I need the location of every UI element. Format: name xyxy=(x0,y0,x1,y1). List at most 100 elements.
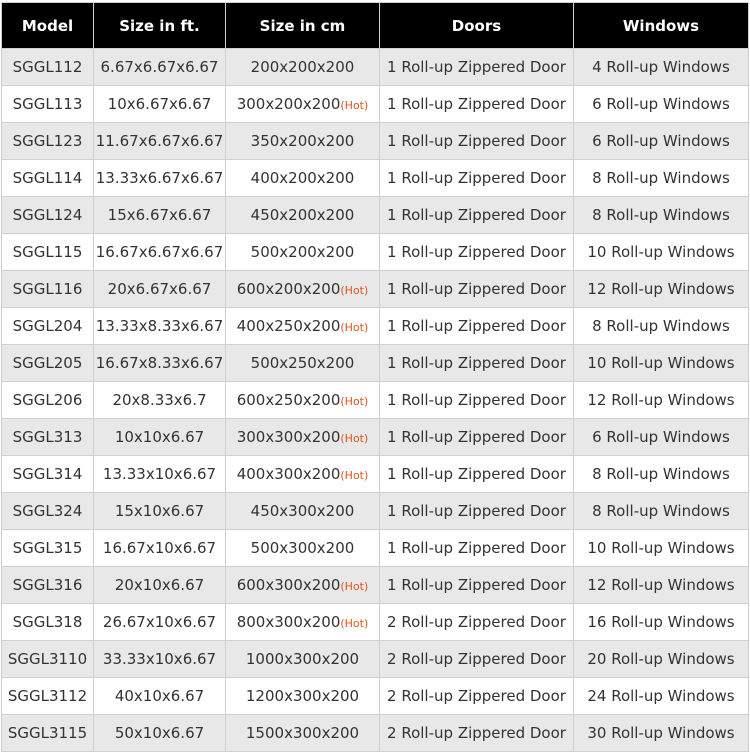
doors-cell: 1 Roll-up Zippered Door xyxy=(379,307,574,345)
table-row: SGGL124 15x6.67x6.67 450x200x200 1 Roll-up … xyxy=(1,196,749,234)
model-cell-text: SGGL313 xyxy=(12,428,83,446)
windows-cell: 8 Roll-up Windows xyxy=(573,455,749,493)
model-cell: SGGL124 xyxy=(1,196,94,234)
table-row: SGGL318 26.67x10x6.67 800x300x200(Hot) 2 Ro… xyxy=(1,603,749,641)
size-cm-cell-text: 200x200x200 xyxy=(250,58,355,76)
hot-badge: (Hot) xyxy=(340,99,369,112)
windows-cell-text: 20 Roll-up Windows xyxy=(587,650,735,668)
size-cm-cell: 500x300x200 xyxy=(225,529,380,567)
doors-cell: 1 Roll-up Zippered Door xyxy=(379,492,574,530)
hot-badge: (Hot) xyxy=(340,321,369,334)
doors-cell-text: 1 Roll-up Zippered Door xyxy=(387,280,566,298)
size-ft-cell: 13.33x10x6.67 xyxy=(93,455,226,493)
size-cm-cell: 400x250x200(Hot) xyxy=(225,307,380,345)
model-cell: SGGL3115 xyxy=(1,714,94,752)
size-ft-cell-text: 11.67x6.67x6.67 xyxy=(95,132,224,150)
doors-cell-text: 1 Roll-up Zippered Door xyxy=(387,428,566,446)
size-cm-cell-text: 500x250x200 xyxy=(250,354,355,372)
hot-badge: (Hot) xyxy=(340,284,369,297)
model-cell: SGGL116 xyxy=(1,270,94,308)
doors-cell: 1 Roll-up Zippered Door xyxy=(379,566,574,604)
windows-cell: 8 Roll-up Windows xyxy=(573,196,749,234)
windows-cell-text: 6 Roll-up Windows xyxy=(592,95,730,113)
size-ft-cell: 11.67x6.67x6.67 xyxy=(93,122,226,160)
windows-cell-text: 8 Roll-up Windows xyxy=(592,317,730,335)
windows-cell: 6 Roll-up Windows xyxy=(573,418,749,456)
size-cm-cell-text: 800x300x200 xyxy=(236,613,341,631)
windows-cell-text: 8 Roll-up Windows xyxy=(592,169,730,187)
model-cell: SGGL206 xyxy=(1,381,94,419)
windows-cell-text: 4 Roll-up Windows xyxy=(592,58,730,76)
table-row: SGGL3112 40x10x6.67 1200x300x200 2 Roll-up … xyxy=(1,677,749,715)
size-ft-cell-text: 13.33x10x6.67 xyxy=(102,465,217,483)
size-ft-cell: 6.67x6.67x6.67 xyxy=(93,48,226,86)
size-ft-cell-text: 20x8.33x6.7 xyxy=(112,391,207,409)
model-cell: SGGL112 xyxy=(1,48,94,86)
windows-cell-text: 6 Roll-up Windows xyxy=(592,428,730,446)
doors-cell-text: 2 Roll-up Zippered Door xyxy=(387,613,566,631)
windows-cell-text: 8 Roll-up Windows xyxy=(592,206,730,224)
doors-cell: 1 Roll-up Zippered Door xyxy=(379,455,574,493)
windows-cell: 20 Roll-up Windows xyxy=(573,640,749,678)
model-cell: SGGL123 xyxy=(1,122,94,160)
table-row: SGGL205 16.67x8.33x6.67 500x250x200 1 Roll-… xyxy=(1,344,749,382)
model-cell: SGGL318 xyxy=(1,603,94,641)
windows-cell-text: 10 Roll-up Windows xyxy=(587,354,735,372)
model-cell: SGGL113 xyxy=(1,85,94,123)
doors-cell-text: 2 Roll-up Zippered Door xyxy=(387,687,566,705)
size-ft-cell-text: 20x10x6.67 xyxy=(114,576,205,594)
doors-cell-text: 1 Roll-up Zippered Door xyxy=(387,391,566,409)
size-ft-cell-text: 16.67x8.33x6.67 xyxy=(95,354,224,372)
doors-cell: 1 Roll-up Zippered Door xyxy=(379,381,574,419)
size-cm-cell: 600x250x200(Hot) xyxy=(225,381,380,419)
size-ft-cell-text: 26.67x10x6.67 xyxy=(102,613,217,631)
windows-cell: 4 Roll-up Windows xyxy=(573,48,749,86)
doors-cell: 2 Roll-up Zippered Door xyxy=(379,640,574,678)
size-cm-cell-text: 1500x300x200 xyxy=(245,724,360,742)
size-cm-cell-text: 450x200x200 xyxy=(250,206,355,224)
size-ft-cell-text: 16.67x10x6.67 xyxy=(102,539,217,557)
size-cm-cell-text: 500x200x200 xyxy=(250,243,355,261)
doors-cell-text: 1 Roll-up Zippered Door xyxy=(387,539,566,557)
header-size-cm: Size in cm xyxy=(225,2,380,49)
size-ft-cell: 16.67x6.67x6.67 xyxy=(93,233,226,271)
doors-cell-text: 1 Roll-up Zippered Door xyxy=(387,132,566,150)
doors-cell-text: 1 Roll-up Zippered Door xyxy=(387,58,566,76)
doors-cell: 1 Roll-up Zippered Door xyxy=(379,233,574,271)
size-ft-cell-text: 15x6.67x6.67 xyxy=(107,206,212,224)
windows-cell-text: 10 Roll-up Windows xyxy=(587,243,735,261)
windows-cell: 12 Roll-up Windows xyxy=(573,270,749,308)
doors-cell-text: 1 Roll-up Zippered Door xyxy=(387,95,566,113)
model-cell: SGGL204 xyxy=(1,307,94,345)
size-ft-cell: 40x10x6.67 xyxy=(93,677,226,715)
table-row: SGGL316 20x10x6.67 600x300x200(Hot) 1 Roll-… xyxy=(1,566,749,604)
model-cell: SGGL324 xyxy=(1,492,94,530)
hot-badge: (Hot) xyxy=(340,617,369,630)
size-ft-cell: 15x10x6.67 xyxy=(93,492,226,530)
table-row: SGGL112 6.67x6.67x6.67 200x200x200 1 Roll-u… xyxy=(1,48,749,86)
hot-badge: (Hot) xyxy=(340,469,369,482)
windows-cell-text: 12 Roll-up Windows xyxy=(587,391,735,409)
doors-cell: 1 Roll-up Zippered Door xyxy=(379,48,574,86)
size-ft-cell-text: 20x6.67x6.67 xyxy=(107,280,212,298)
table-row: SGGL114 13.33x6.67x6.67 400x200x200 1 Roll-… xyxy=(1,159,749,197)
size-cm-cell: 450x200x200 xyxy=(225,196,380,234)
size-ft-cell: 10x6.67x6.67 xyxy=(93,85,226,123)
doors-cell-text: 1 Roll-up Zippered Door xyxy=(387,354,566,372)
doors-cell: 1 Roll-up Zippered Door xyxy=(379,159,574,197)
size-cm-cell: 450x300x200 xyxy=(225,492,380,530)
size-cm-cell-text: 1200x300x200 xyxy=(245,687,360,705)
windows-cell-text: 30 Roll-up Windows xyxy=(587,724,735,742)
table-row: SGGL315 16.67x10x6.67 500x300x200 1 Roll-up… xyxy=(1,529,749,567)
size-cm-cell: 500x200x200 xyxy=(225,233,380,271)
windows-cell: 8 Roll-up Windows xyxy=(573,159,749,197)
hot-badge: (Hot) xyxy=(340,395,369,408)
windows-cell: 24 Roll-up Windows xyxy=(573,677,749,715)
model-cell-text: SGGL3110 xyxy=(7,650,88,668)
model-cell: SGGL115 xyxy=(1,233,94,271)
model-cell-text: SGGL3112 xyxy=(7,687,88,705)
table-row: SGGL313 10x10x6.67 300x300x200(Hot) 1 Roll-… xyxy=(1,418,749,456)
model-cell-text: SGGL3115 xyxy=(7,724,88,742)
table-row: SGGL116 20x6.67x6.67 600x200x200(Hot) 1 Rol… xyxy=(1,270,749,308)
model-cell-text: SGGL206 xyxy=(12,391,83,409)
